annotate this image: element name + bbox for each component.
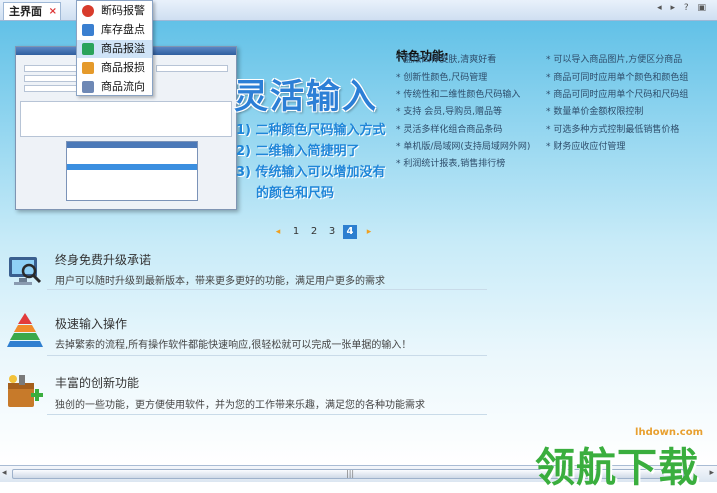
pager-next-icon[interactable]: ▸ xyxy=(362,225,376,239)
feature-item: * 传统性和二维性颜色尺码输入 xyxy=(396,90,521,100)
pyramid-icon xyxy=(7,313,43,347)
feature-item: * 利润统计报表,销售排行榜 xyxy=(396,159,506,169)
section-desc: 独创的一些功能，更方便使用软件，并为您的工作带来乐趣，满足您的各种功能需求 xyxy=(55,400,425,411)
feature-item: * 支持 会员,导购员,赠品等 xyxy=(396,107,502,117)
feature-item: * 翻炫四种皮肤,清爽好看 xyxy=(396,55,497,65)
hero-point: 2) 二维输入简捷明了 xyxy=(236,144,360,159)
screenshot-selected-row xyxy=(67,164,197,170)
menu-item-label: 商品报溢 xyxy=(101,42,145,55)
section-title: 终身免费升级承诺 xyxy=(55,253,152,267)
overflow-icon xyxy=(82,43,94,55)
pager-page-2[interactable]: 2 xyxy=(307,225,321,239)
menu-item-label: 断码报警 xyxy=(101,4,145,17)
alarm-icon xyxy=(82,5,94,17)
hero-title: 灵活输入 xyxy=(234,77,378,117)
pager-page-1[interactable]: 1 xyxy=(289,225,303,239)
loss-icon xyxy=(82,62,94,74)
menu-item-label: 商品报损 xyxy=(101,61,145,74)
feature-item: * 灵活多样化组合商品条码 xyxy=(396,125,503,135)
tab-nav-icons[interactable]: ◂ ▸ ? ▣ xyxy=(657,3,709,13)
screenshot-dialog-header xyxy=(67,142,197,148)
feature-item: * 商品可同时应用单个尺码和尺码组 xyxy=(546,90,689,100)
scroll-left-icon[interactable]: ◂ xyxy=(2,468,7,478)
pager-page-3[interactable]: 3 xyxy=(325,225,339,239)
pager-page-4[interactable]: 4 xyxy=(343,225,357,239)
hero-point: 3) 传统输入可以增加没有 xyxy=(236,165,386,180)
section-title: 丰富的创新功能 xyxy=(55,376,140,390)
menu-item-inventory[interactable]: 库存盘点 xyxy=(77,21,152,39)
section-desc: 用户可以随时升级到最新版本，带来更多更好的功能，满足用户更多的需求 xyxy=(55,276,385,287)
section-divider xyxy=(47,414,487,415)
feature-item: * 可以导入商品图片,方便区分商品 xyxy=(546,55,683,65)
feature-item: * 数量单价金额权限控制 xyxy=(546,107,644,117)
hero-points: 1) 二种颜色尺码输入方式 2) 二维输入简捷明了 3) 传统输入可以增加没有 … xyxy=(236,120,386,204)
feature-item: * 可选多种方式控制最低销售价格 xyxy=(546,125,680,135)
menu-item-flow[interactable]: 商品流向 xyxy=(77,78,152,96)
section-title: 极速输入操作 xyxy=(55,317,128,331)
monitor-icon xyxy=(9,257,42,285)
screenshot-field xyxy=(156,65,228,72)
menu-item-overflow[interactable]: 商品报溢 xyxy=(77,40,152,58)
dropdown-menu: 断码报警 库存盘点 商品报溢 商品报损 商品流向 xyxy=(76,0,153,96)
feature-item: * 创新性颜色,尺码管理 xyxy=(396,73,488,83)
toolbox-icon xyxy=(8,375,43,407)
scrollbar-grip: ||| xyxy=(346,469,355,478)
section-divider xyxy=(47,355,487,356)
menu-item-alarm[interactable]: 断码报警 xyxy=(77,2,152,20)
pager-prev-icon[interactable]: ◂ xyxy=(271,225,285,239)
section-desc: 去掉繁索的流程,所有操作软件都能快速响应,很轻松就可以完成一张单据的输入！ xyxy=(55,340,412,351)
tab-main[interactable]: 主界面 × xyxy=(3,2,61,20)
section-divider xyxy=(47,289,487,290)
watermark-text: 领航下载 xyxy=(535,445,699,491)
hero-point: 1) 二种颜色尺码输入方式 xyxy=(236,123,386,138)
feature-item: * 财务应收应付管理 xyxy=(546,142,626,152)
close-icon[interactable]: × xyxy=(49,3,57,20)
screenshot-grid xyxy=(20,101,232,137)
feature-item: * 单机版/局域网(支持局域网外网) xyxy=(396,142,531,152)
tab-main-label: 主界面 xyxy=(9,5,42,18)
menu-item-label: 库存盘点 xyxy=(101,23,145,36)
menu-item-label: 商品流向 xyxy=(101,80,145,93)
menu-item-loss[interactable]: 商品报损 xyxy=(77,59,152,77)
inventory-icon xyxy=(82,24,94,36)
feature-item: * 商品可同时应用单个颜色和颜色组 xyxy=(546,73,689,83)
watermark: lhdown.com 领航下载 xyxy=(535,427,715,491)
flow-icon xyxy=(82,81,94,93)
hero-point: 的颜色和尺码 xyxy=(256,186,335,201)
screenshot-dialog xyxy=(66,141,198,201)
